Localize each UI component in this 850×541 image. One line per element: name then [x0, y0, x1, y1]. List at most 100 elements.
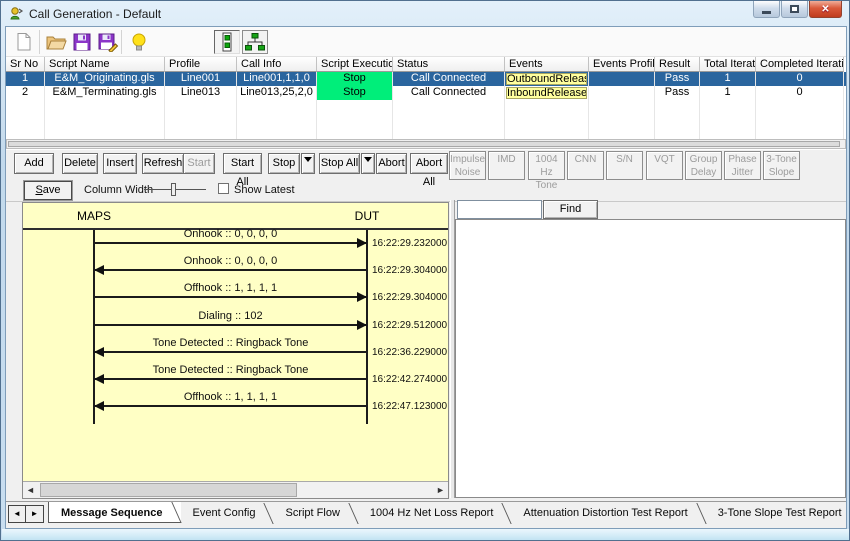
arrowhead-icon: [357, 238, 367, 248]
column-width-slider-thumb[interactable]: [171, 183, 176, 196]
insert-button[interactable]: Insert: [103, 153, 137, 174]
message-arrow-right: [95, 324, 366, 326]
save-icon[interactable]: [69, 30, 95, 54]
empty-cell: [756, 114, 844, 128]
scrollbar-thumb[interactable]: [8, 141, 840, 147]
message-label: Onhook :: 0, 0, 0, 0: [94, 255, 367, 267]
arrowhead-icon: [94, 347, 104, 357]
message-arrow-right: [95, 242, 366, 244]
tab-1004-hz-net-loss-report[interactable]: 1004 Hz Net Loss Report: [358, 503, 512, 524]
events-chip[interactable]: InboundReleaseCall: [506, 87, 587, 99]
column-header-total[interactable]: Total Iteratio...: [700, 57, 756, 72]
tab-message-sequence[interactable]: Message Sequence: [48, 502, 181, 523]
find-button[interactable]: Find: [543, 200, 598, 219]
message-timestamp: 16:22:47.123000: [372, 401, 448, 412]
show-latest-checkbox[interactable]: [218, 183, 229, 194]
tab-scroll-right-icon[interactable]: ►: [26, 506, 43, 522]
column-width-slider[interactable]: [144, 181, 206, 199]
1004-hz-tone-button[interactable]: 1004 Hz Tone: [528, 151, 565, 180]
group-delay-button[interactable]: Group Delay: [685, 151, 722, 180]
table-row[interactable]: 1E&M_Originating.glsLine001Line001,1,1,0…: [6, 72, 846, 86]
abort-button[interactable]: Abort: [376, 153, 407, 174]
column-header-completed[interactable]: Completed Iterations: [756, 57, 844, 72]
tab-event-config[interactable]: Event Config: [181, 503, 274, 524]
column-header-events_profile[interactable]: Events Profile: [589, 57, 655, 72]
refresh-button[interactable]: Refresh: [142, 153, 184, 174]
empty-cell: [393, 114, 505, 128]
sequence-horizontal-scrollbar[interactable]: ◄ ►: [23, 481, 448, 498]
tab-3-tone-slope-test-report[interactable]: 3-Tone Slope Test Report: [706, 503, 850, 524]
column-header-profile[interactable]: Profile: [165, 57, 237, 72]
events-chip[interactable]: OutboundRelease...: [506, 73, 587, 85]
phase-jitter-button[interactable]: Phase Jitter: [724, 151, 761, 180]
empty-cell: [700, 114, 756, 128]
table-row[interactable]: 2E&M_Terminating.glsLine013Line013,25,2,…: [6, 86, 846, 100]
find-input[interactable]: [457, 200, 542, 219]
tab-script-flow[interactable]: Script Flow: [273, 503, 357, 524]
empty-cell: [45, 100, 165, 114]
stop-all-dropdown-button[interactable]: [361, 153, 375, 174]
cell-status: Call Connected: [393, 86, 505, 100]
minimize-button[interactable]: [753, 1, 780, 18]
empty-cell: [45, 128, 165, 139]
stop-all-button[interactable]: Stop All: [319, 153, 360, 174]
cnn-button[interactable]: CNN: [567, 151, 604, 180]
save-as-icon[interactable]: [95, 30, 121, 54]
column-header-script[interactable]: Script Name: [45, 57, 165, 72]
arrowhead-icon: [94, 401, 104, 411]
cell-completed: 0: [756, 72, 844, 86]
imd-button[interactable]: IMD: [488, 151, 525, 180]
3-tone-slope-button[interactable]: 3-Tone Slope: [763, 151, 800, 180]
show-latest-label: Show Latest: [234, 184, 295, 196]
delete-button[interactable]: Delete: [62, 153, 98, 174]
network-topology-icon[interactable]: [242, 30, 268, 54]
column-header-result[interactable]: Result: [655, 57, 700, 72]
column-header-status[interactable]: Status: [393, 57, 505, 72]
empty-cell: [317, 128, 393, 139]
scroll-right-icon[interactable]: ►: [433, 483, 448, 497]
empty-cell: [165, 128, 237, 139]
s-n-button[interactable]: S/N: [606, 151, 643, 180]
scroll-left-icon[interactable]: ◄: [23, 483, 38, 497]
column-header-exec[interactable]: Script Execution: [317, 57, 393, 72]
empty-cell: [505, 100, 589, 114]
toolbar-separator: [121, 30, 122, 54]
column-header-call_info[interactable]: Call Info: [237, 57, 317, 72]
cell-total: 1: [700, 72, 756, 86]
impulse-noise-button[interactable]: Impulse Noise: [449, 151, 486, 180]
stop-button[interactable]: Stop: [268, 153, 300, 174]
close-button[interactable]: ✕: [809, 1, 842, 18]
save-button[interactable]: Save: [24, 181, 72, 200]
new-icon[interactable]: [11, 30, 37, 54]
tab-attenuation-distortion-test-report[interactable]: Attenuation Distortion Test Report: [511, 503, 705, 524]
start-all-button[interactable]: Start All: [223, 153, 262, 174]
cell-script: E&M_Originating.gls: [45, 72, 165, 86]
empty-cell: [756, 100, 844, 114]
bulb-icon[interactable]: [126, 30, 152, 54]
vqt-button[interactable]: VQT: [646, 151, 683, 180]
column-header-sr[interactable]: Sr No: [6, 57, 45, 72]
cell-result: Pass: [655, 72, 700, 86]
cell-exec: Stop: [317, 86, 393, 100]
column-header-events[interactable]: Events: [505, 57, 589, 72]
message-label: Tone Detected :: Ringback Tone: [94, 364, 367, 376]
maximize-button[interactable]: [781, 1, 808, 18]
abort-all-button[interactable]: Abort All: [410, 153, 448, 174]
call-status-icon[interactable]: [214, 30, 240, 54]
message-arrow-left: [95, 269, 366, 271]
message-label: Onhook :: 0, 0, 0, 0: [94, 228, 367, 240]
arrowhead-icon: [94, 265, 104, 275]
empty-cell: [700, 100, 756, 114]
empty-cell: [393, 100, 505, 114]
empty-cell: [317, 114, 393, 128]
start-button[interactable]: Start: [183, 153, 215, 174]
table-horizontal-scrollbar[interactable]: [6, 139, 846, 149]
app-icon: [9, 6, 24, 21]
open-icon[interactable]: [43, 30, 69, 54]
add-button[interactable]: Add: [14, 153, 54, 174]
maximize-icon: [790, 5, 799, 13]
scrollbar-thumb[interactable]: [40, 483, 297, 497]
stop-dropdown-button[interactable]: [301, 153, 315, 174]
cell-exec: Stop: [317, 72, 393, 86]
tab-scroll-left-icon[interactable]: ◄: [9, 506, 26, 522]
